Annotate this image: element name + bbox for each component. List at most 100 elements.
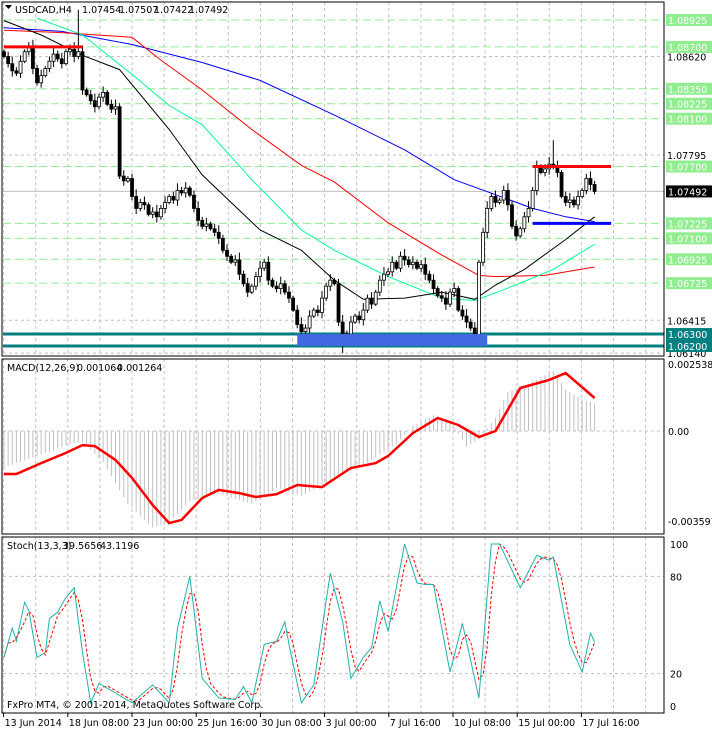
- bear-candle: [514, 225, 519, 237]
- bull-candle: [518, 228, 523, 237]
- stoch-tick-label: 100: [670, 540, 688, 551]
- stoch-tick-label: 0: [670, 702, 676, 713]
- bear-candle: [6, 56, 11, 65]
- bull-candle: [501, 190, 506, 201]
- stoch-tick-label: 80: [670, 572, 682, 583]
- bull-candle: [584, 178, 589, 191]
- bear-candle: [357, 315, 362, 321]
- bear-candle: [460, 309, 465, 317]
- bear-candle: [427, 273, 432, 281]
- bull-candle: [398, 255, 403, 269]
- bull-candle: [497, 199, 502, 203]
- bear-candle: [435, 288, 440, 297]
- bull-candle: [39, 75, 44, 84]
- bull-candle: [526, 208, 531, 218]
- bull-candle: [361, 309, 366, 321]
- macd-panel: [3, 371, 664, 528]
- bear-candle: [2, 51, 6, 57]
- bull-candle: [150, 211, 155, 215]
- stoch-header: Stoch(13,3,3) 39.5656 43.1196: [7, 541, 139, 552]
- moving-average-black: [3, 20, 595, 300]
- bull-candle: [382, 273, 386, 281]
- drawn-objects[interactable]: [4, 45, 612, 346]
- time-axis: 13 Jun 2014 18 Jun 08:00 23 Jun 00:00 25 Ju…: [3, 713, 639, 729]
- bear-candle: [332, 279, 337, 285]
- time-tick-label: 13 Jun 2014: [5, 718, 62, 729]
- bull-candle: [567, 199, 572, 203]
- bull-candle: [113, 106, 118, 110]
- macd-name: MACD(12,26,9): [7, 363, 79, 374]
- macd-tick-label: -0.003597: [668, 517, 712, 528]
- price-tick-label: 1.08620: [667, 52, 706, 63]
- price-axis-labels: 1.086201.077951.064151.061401.089251.087…: [666, 14, 712, 713]
- support-zone-rect: [297, 334, 488, 346]
- bear-candle: [35, 68, 39, 84]
- time-tick-label: 23 Jun 00:00: [133, 718, 193, 729]
- bull-candle: [543, 168, 547, 173]
- bull-candle: [43, 68, 48, 77]
- time-tick-label: 15 Jul 00:00: [518, 718, 575, 729]
- support-label: 1.06200: [668, 342, 707, 353]
- bear-candle: [196, 208, 201, 221]
- bear-candle: [121, 175, 126, 182]
- level-label: 1.08350: [668, 85, 707, 96]
- level-label: 1.08100: [668, 115, 707, 126]
- bull-candle: [76, 51, 81, 57]
- stoch-main-value: 39.5656: [63, 541, 102, 552]
- ohlc-close: 1.07492: [189, 5, 228, 16]
- bear-candle: [55, 53, 60, 60]
- level-label: 1.08925: [668, 16, 707, 27]
- level-label: 1.07700: [668, 163, 707, 174]
- bull-candle: [167, 196, 172, 203]
- bear-candle: [142, 202, 147, 206]
- stoch-panel: [3, 543, 664, 705]
- bear-candle: [444, 297, 448, 305]
- chart-header: USDCAD,H4 1.07454 1.07507 1.07422 1.0749…: [5, 5, 228, 16]
- bull-candle: [138, 202, 143, 209]
- bull-candle: [373, 291, 378, 305]
- bull-candle: [489, 196, 494, 209]
- bull-candle: [303, 327, 308, 333]
- time-tick-label: 3 Jul 00:00: [326, 718, 377, 729]
- bear-candle: [456, 288, 461, 311]
- level-label: 1.08225: [668, 100, 707, 111]
- bull-candle: [390, 261, 395, 273]
- bull-candle: [307, 315, 312, 329]
- bear-candle: [109, 103, 114, 110]
- bear-candle: [105, 91, 110, 105]
- bear-candle: [559, 172, 564, 197]
- bear-candle: [179, 190, 184, 194]
- stoch-signal-line: [3, 543, 596, 702]
- bear-candle: [592, 184, 597, 192]
- bull-candle: [47, 60, 52, 69]
- bear-candle: [117, 106, 122, 177]
- bull-candle: [576, 196, 580, 206]
- macd-tick-label: 0.00: [668, 427, 689, 438]
- candles: [2, 9, 597, 354]
- bear-candle: [14, 70, 19, 74]
- dropdown-triangle-icon[interactable]: [5, 5, 12, 9]
- bear-candle: [394, 261, 399, 269]
- bull-candle: [452, 288, 457, 293]
- bull-candle: [485, 208, 490, 233]
- bear-candle: [216, 231, 221, 239]
- level-label: 1.06725: [668, 279, 707, 290]
- bear-candle: [200, 219, 205, 227]
- bull-candle: [68, 48, 72, 53]
- bear-candle: [134, 196, 139, 209]
- bear-candle: [336, 283, 341, 323]
- bull-candle: [258, 267, 262, 278]
- bull-candle: [534, 166, 539, 191]
- bear-candle: [225, 249, 229, 257]
- macd-signal-value: 0.001264: [117, 363, 162, 374]
- bull-candle: [377, 279, 382, 293]
- level-label: 1.06925: [668, 255, 707, 266]
- chart-window[interactable]: 1.086201.077951.064151.061401.089251.087…: [0, 0, 712, 730]
- bear-candle: [406, 259, 411, 266]
- bear-candle: [59, 58, 64, 65]
- bear-candle: [510, 204, 514, 227]
- time-tick-label: 17 Jul 16:00: [582, 718, 639, 729]
- main-panel-border: [1, 1, 665, 357]
- bull-candle: [126, 178, 130, 182]
- time-tick-label: 30 Jun 08:00: [261, 718, 321, 729]
